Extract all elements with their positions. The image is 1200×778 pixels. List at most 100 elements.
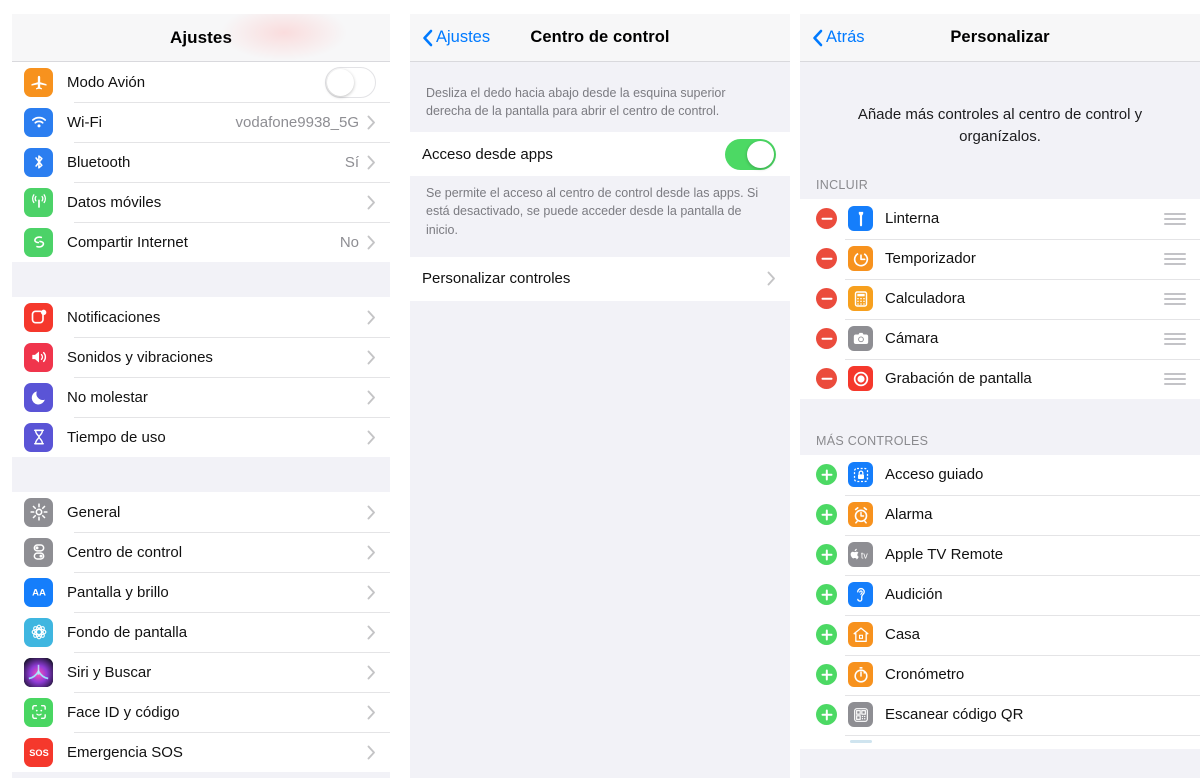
sidebar-item-datos-m-viles[interactable]: Datos móviles [12, 182, 390, 222]
camera-icon [848, 326, 873, 351]
list-item-c-mara[interactable]: Cámara [800, 318, 1200, 359]
remove-control-button[interactable] [816, 368, 837, 389]
sidebar-item-modo-avi-n[interactable]: Modo Avión [12, 62, 390, 102]
section-header-mas-controles: MÁS CONTROLES [800, 433, 1200, 455]
sidebar-item-tiempo-de-uso[interactable]: Tiempo de uso [12, 417, 390, 457]
apple-tv-remote-icon: tv [848, 542, 873, 567]
display-brightness-icon: AA [24, 577, 53, 607]
sidebar-item-no-molestar[interactable]: No molestar [12, 377, 390, 417]
chevron-right-icon [367, 235, 376, 250]
settings-scroll-area[interactable]: Modo Avión Wi-Fi vodafone9938_5G Bluetooth S… [12, 62, 390, 778]
row-value: Sí [344, 153, 359, 171]
customize-intro-text: Añade más controles al centro de control… [800, 62, 1200, 178]
chevron-left-icon [422, 29, 433, 47]
list-item-partial[interactable] [800, 734, 1200, 749]
qr-scan-icon [848, 702, 873, 727]
list-item-grabaci-n-de-pantalla[interactable]: Grabación de pantalla [800, 358, 1200, 399]
list-item-apple-tv-remote[interactable]: tv Apple TV Remote [800, 534, 1200, 575]
customize-controls-group: Personalizar controles [410, 256, 790, 301]
chevron-right-icon [367, 745, 376, 760]
add-control-button[interactable] [816, 664, 837, 685]
sidebar-item-sonidos-y-vibraciones[interactable]: Sonidos y vibraciones [12, 337, 390, 377]
chevron-left-icon [812, 29, 823, 47]
access-from-apps-group: Acceso desde apps [410, 132, 790, 177]
row-label: Bluetooth [67, 153, 131, 171]
control-center-icon [24, 537, 53, 567]
acceso-desde-apps-toggle[interactable] [725, 138, 776, 170]
row-label: No molestar [67, 388, 148, 406]
row-toggle[interactable] [325, 66, 376, 98]
control-center-scroll-area[interactable]: Desliza el dedo hacia abajo desde la esq… [410, 62, 790, 778]
list-item-alarma[interactable]: Alarma [800, 494, 1200, 535]
remove-control-button[interactable] [816, 288, 837, 309]
add-control-button[interactable] [816, 464, 837, 485]
row-value: vodafone9938_5G [235, 113, 359, 131]
add-control-button[interactable] [816, 544, 837, 565]
chevron-right-icon [367, 155, 376, 170]
sidebar-item-emergencia-sos[interactable]: SOS Emergencia SOS [12, 732, 390, 772]
row-label: Acceso desde apps [422, 145, 553, 163]
reorder-handle-icon[interactable] [1164, 332, 1186, 345]
sidebar-item-wi-fi[interactable]: Wi-Fi vodafone9938_5G [12, 102, 390, 142]
list-item-calculadora[interactable]: Calculadora [800, 278, 1200, 319]
sidebar-item-siri-y-buscar[interactable]: Siri y Buscar [12, 652, 390, 692]
sidebar-item-pantalla-y-brillo[interactable]: AA Pantalla y brillo [12, 572, 390, 612]
row-acceso-desde-apps[interactable]: Acceso desde apps [410, 132, 790, 177]
add-control-button[interactable] [816, 504, 837, 525]
panel-settings: Ajustes Modo Avión Wi-Fi vodafone9938_5G Bl… [0, 0, 400, 778]
add-control-button[interactable] [816, 704, 837, 725]
sidebar-item-centro-de-control[interactable]: Centro de control [12, 532, 390, 572]
sidebar-item-face-id-y-c-digo[interactable]: Face ID y código [12, 692, 390, 732]
customize-scroll-area[interactable]: Añade más controles al centro de control… [800, 62, 1200, 778]
list-item-linterna[interactable]: Linterna [800, 198, 1200, 239]
toggle-knob [747, 140, 774, 168]
section-spacer [12, 457, 390, 492]
row-label: Apple TV Remote [885, 546, 1004, 563]
list-item-casa[interactable]: Casa [800, 614, 1200, 655]
section-spacer [12, 262, 390, 297]
sidebar-item-bluetooth[interactable]: Bluetooth Sí [12, 142, 390, 182]
list-item-acceso-guiado[interactable]: Acceso guiado [800, 454, 1200, 495]
row-label: Tiempo de uso [67, 428, 166, 446]
row-label: Cronómetro [885, 666, 965, 683]
list-item-escanear-c-digo-qr[interactable]: Escanear código QR [800, 694, 1200, 735]
row-label: Fondo de pantalla [67, 623, 188, 641]
reorder-handle-icon[interactable] [1164, 292, 1186, 305]
sidebar-item-fondo-de-pantalla[interactable]: Fondo de pantalla [12, 612, 390, 652]
sidebar-item-general[interactable]: General [12, 492, 390, 532]
back-button-label: Ajustes [436, 28, 491, 46]
chevron-right-icon [367, 625, 376, 640]
chevron-right-icon [767, 271, 776, 286]
chevron-right-icon [367, 350, 376, 365]
list-item-temporizador[interactable]: Temporizador [800, 238, 1200, 279]
list-item-audici-n[interactable]: Audición [800, 574, 1200, 615]
row-label: Notificaciones [67, 308, 161, 326]
svg-text:AA: AA [32, 588, 46, 599]
calculator-icon [848, 286, 873, 311]
remove-control-button[interactable] [816, 208, 837, 229]
row-label: Wi-Fi [67, 113, 102, 131]
remove-control-button[interactable] [816, 248, 837, 269]
back-button-ajustes[interactable]: Ajustes [422, 28, 490, 47]
cellular-icon [24, 187, 53, 217]
reorder-handle-icon[interactable] [1164, 252, 1186, 265]
sidebar-item-compartir-internet[interactable]: Compartir Internet No [12, 222, 390, 262]
reorder-handle-icon[interactable] [1164, 372, 1186, 385]
toggle-knob [327, 68, 354, 96]
remove-control-button[interactable] [816, 328, 837, 349]
row-label: Compartir Internet [67, 233, 188, 251]
included-controls-list: Linterna Temporizador Calculadora Cámara Gra… [800, 198, 1200, 399]
sidebar-item-notificaciones[interactable]: Notificaciones [12, 297, 390, 337]
face-id-icon [24, 697, 53, 727]
add-control-button[interactable] [816, 624, 837, 645]
list-item-cron-metro[interactable]: Cronómetro [800, 654, 1200, 695]
reorder-handle-icon[interactable] [1164, 212, 1186, 225]
row-personalizar-controles[interactable]: Personalizar controles [410, 256, 790, 301]
back-button-atras[interactable]: Atrás [812, 28, 865, 47]
alarm-icon [848, 502, 873, 527]
chevron-right-icon [367, 705, 376, 720]
add-control-button[interactable] [816, 584, 837, 605]
section-spacer [800, 398, 1200, 434]
chevron-right-icon [367, 195, 376, 210]
home-icon [848, 622, 873, 647]
